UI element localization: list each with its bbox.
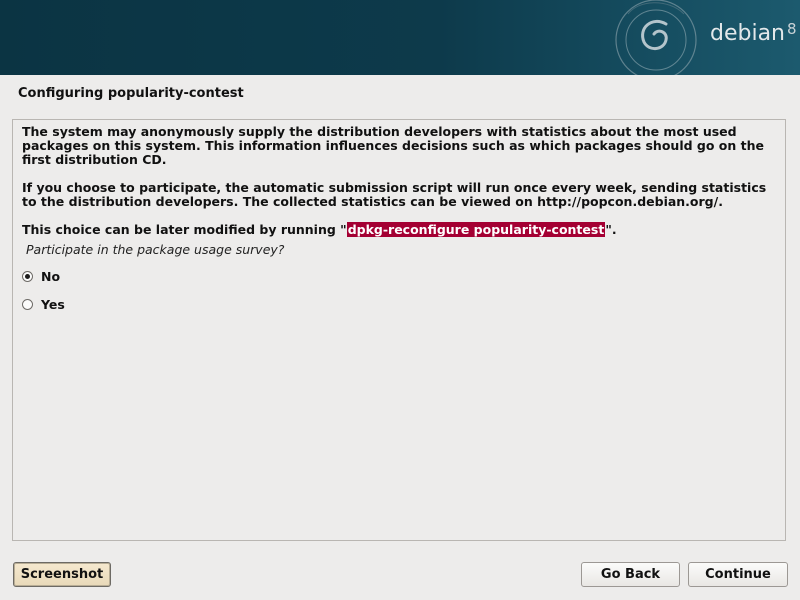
option-no-label[interactable]: No xyxy=(41,269,60,284)
brand-version: 8 xyxy=(787,20,797,38)
survey-question: Participate in the package usage survey? xyxy=(26,242,285,257)
radio-checked-icon[interactable] xyxy=(22,270,33,282)
reconfigure-paragraph: This choice can be later modified by run… xyxy=(22,222,778,237)
go-back-button[interactable]: Go Back xyxy=(581,562,680,587)
debian-swirl-icon xyxy=(615,0,697,75)
content-panel: The system may anonymously supply the di… xyxy=(12,119,786,541)
description-paragraph: The system may anonymously supply the di… xyxy=(22,124,764,167)
reconfigure-suffix: ". xyxy=(605,222,617,237)
page-title: Configuring popularity-contest xyxy=(18,86,244,101)
option-no[interactable]: No xyxy=(22,267,60,285)
screenshot-button[interactable]: Screenshot xyxy=(13,562,111,587)
reconfigure-command: dpkg-reconfigure popularity-contest xyxy=(346,222,606,237)
submission-paragraph: If you choose to participate, the automa… xyxy=(22,180,767,209)
brand-name: debian xyxy=(710,21,786,46)
debian-logo: debian 8 xyxy=(710,20,797,46)
reconfigure-prefix: This choice can be later modified by run… xyxy=(22,222,347,237)
option-yes[interactable]: Yes xyxy=(22,295,65,313)
radio-unchecked-icon[interactable] xyxy=(22,298,33,310)
continue-button[interactable]: Continue xyxy=(688,562,788,587)
header-banner: debian 8 xyxy=(0,0,800,75)
option-yes-label[interactable]: Yes xyxy=(41,297,65,312)
